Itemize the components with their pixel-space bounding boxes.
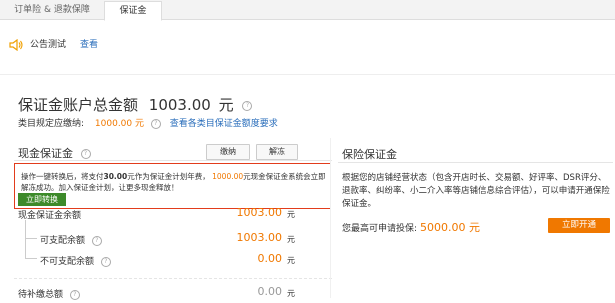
insurance-deposit-heading-text: 保险保证金 (342, 148, 397, 161)
help-icon[interactable]: ? (242, 100, 253, 111)
currency-unit: 元 (218, 96, 234, 114)
unavailable-balance: 不可支配余额 ? (40, 254, 111, 267)
section-divider (0, 74, 615, 75)
unavailable-balance-unit: 元 (287, 256, 295, 265)
convert-now-button[interactable]: 立即转换 (18, 193, 66, 206)
balance-label: 现金保证金余额 (18, 211, 82, 221)
pending-payment-label: 待补缴总额 (18, 290, 64, 300)
balance-value: 1003.00 (236, 206, 283, 219)
available-balance-value: 1003.00 (236, 231, 283, 244)
page-title: 保证金账户总金额 1003.00 元 ? (18, 94, 253, 115)
pending-payment-unit: 元 (287, 289, 295, 298)
alert-message: 操作一键转换后，将支付30.00元作为保证金计划年费， 1000.00元现金保证… (21, 171, 326, 193)
open-insurance-button[interactable]: 立即开通 (548, 218, 610, 233)
insurance-heading-underline (338, 162, 613, 163)
row-separator (14, 278, 332, 280)
cash-deposit-heading-text: 现金保证金 (18, 147, 73, 160)
tree-line (25, 220, 26, 258)
pending-payment: 待补缴总额 ? (18, 287, 80, 300)
pay-button[interactable]: 缴纳 (206, 144, 250, 160)
release-button[interactable]: 解冻 (256, 144, 298, 160)
total-amount: 1003.00 (148, 96, 211, 114)
pending-payment-value: 0.00 (257, 285, 283, 298)
announcement-view-link[interactable]: 查看 (80, 38, 98, 52)
alert-text-part1: 操作一键转换后，将支付 (21, 172, 104, 181)
balance-unit: 元 (287, 210, 295, 219)
title-label: 保证金账户总金额 (18, 96, 139, 114)
unavailable-balance-value: 0.00 (257, 252, 283, 265)
insurance-deposit-heading: 保险保证金 (342, 146, 397, 162)
cash-heading-underline (14, 160, 332, 161)
tab-bar: 订单险 & 退款保障 保证金 (0, 0, 615, 21)
help-icon[interactable]: ? (69, 289, 80, 300)
announcement-text: 公告测试 (30, 40, 67, 50)
tree-branch (25, 258, 37, 259)
category-requirements-link[interactable]: 查看各类目保证金额度要求 (170, 119, 278, 129)
column-separator (330, 138, 331, 298)
tab-deposit[interactable]: 保证金 (104, 1, 162, 21)
insurance-max-label: 您最高可申请投保: (342, 224, 418, 234)
insurance-description: 根据您的店铺经营状态（包含开店时长、交易额、好评率、DSR评分、退款率、纠纷率、… (342, 173, 610, 209)
cash-deposit-heading: 现金保证金 ? (18, 145, 91, 161)
available-balance-unit: 元 (287, 235, 295, 244)
available-balance-label: 可支配余额 (40, 236, 86, 246)
alert-text-part2: 元作为保证金计划年费， (127, 172, 210, 181)
alert-amount-fee: 30.00 (103, 172, 128, 181)
help-icon[interactable]: ? (91, 235, 102, 246)
tab-order-insurance[interactable]: 订单险 & 退款保障 (2, 1, 102, 19)
required-deposit-row: 类目规定应缴纳: 1000.00 元 ? 查看各类目保证金额度要求 (18, 116, 278, 129)
available-balance: 可支配余额 ? (40, 233, 102, 246)
help-icon[interactable]: ? (150, 118, 161, 129)
required-value: 1000.00 元 (94, 119, 145, 129)
alert-amount-release: 1000.00 (212, 172, 244, 181)
required-label: 类目规定应缴纳: (18, 119, 85, 129)
help-icon[interactable]: ? (80, 149, 91, 159)
speaker-icon (8, 38, 24, 52)
help-icon[interactable]: ? (100, 256, 111, 267)
tree-branch (25, 238, 37, 239)
unavailable-balance-label: 不可支配余额 (40, 257, 95, 267)
insurance-max-value: 5000.00 元 (420, 221, 480, 234)
